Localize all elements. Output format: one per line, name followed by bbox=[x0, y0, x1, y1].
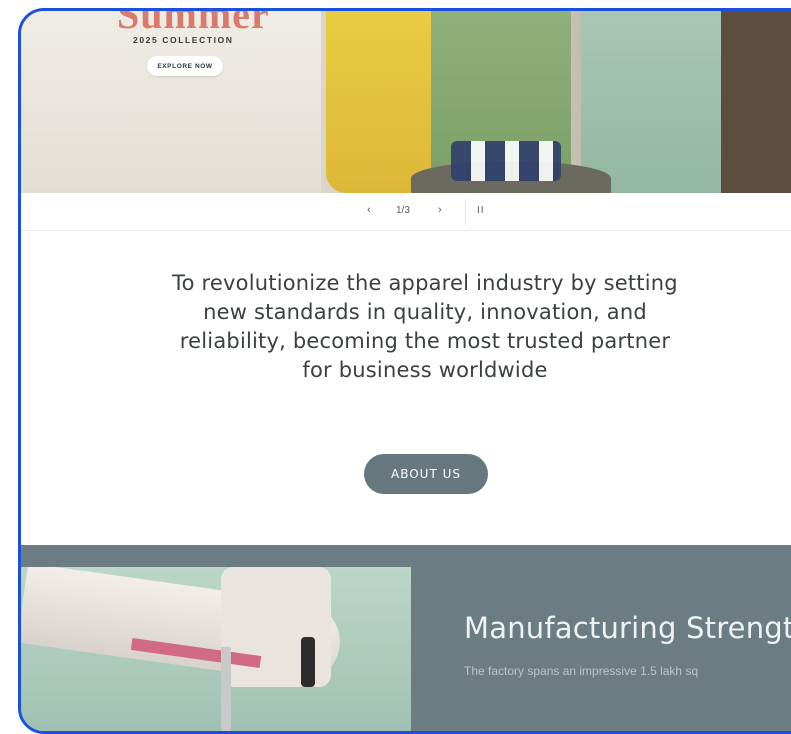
browser-frame: Summer 2025 COLLECTION EXPLORE NOW ‹ 1/3… bbox=[18, 8, 791, 734]
manufacturing-section: Manufacturing Strength The factory spans… bbox=[21, 545, 791, 731]
about-us-button[interactable]: ABOUT US bbox=[364, 454, 488, 494]
slide-next-button[interactable]: › bbox=[438, 204, 442, 216]
explore-now-button[interactable]: EXPLORE NOW bbox=[147, 56, 223, 76]
model-yellow-dress bbox=[326, 11, 436, 193]
mission-statement: To revolutionize the apparel industry by… bbox=[172, 271, 678, 382]
model-mint-dress bbox=[581, 11, 731, 193]
manufacturing-title: Manufacturing Strength bbox=[464, 611, 791, 645]
slider-controls: ‹ 1/3 › II bbox=[21, 193, 791, 231]
sewing-machine-photo bbox=[21, 567, 411, 731]
hero-title: Summer bbox=[117, 11, 270, 37]
hero-subtitle: 2025 COLLECTION bbox=[133, 35, 234, 45]
slide-pause-button[interactable]: II bbox=[477, 205, 485, 216]
machine-knob bbox=[301, 637, 315, 687]
controls-divider bbox=[465, 199, 466, 225]
tea-cups bbox=[451, 141, 561, 181]
needle-bar bbox=[221, 647, 231, 731]
slide-prev-button[interactable]: ‹ bbox=[367, 204, 371, 216]
slide-counter: 1/3 bbox=[396, 205, 410, 216]
hero-right-background bbox=[721, 11, 791, 193]
hero-banner: Summer 2025 COLLECTION EXPLORE NOW bbox=[21, 11, 791, 193]
manufacturing-text: The factory spans an impressive 1.5 lakh… bbox=[464, 664, 699, 678]
